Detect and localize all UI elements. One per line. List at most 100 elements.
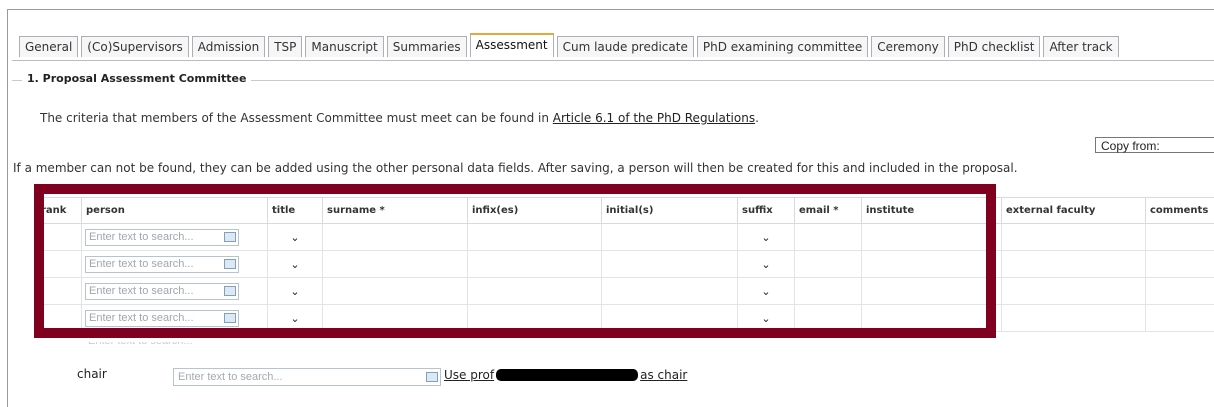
table-cell (37, 251, 82, 278)
tab-co-supervisors[interactable]: (Co)Supervisors (81, 36, 188, 57)
chair-placeholder: Enter text to search... (174, 371, 426, 383)
column-header: external faculty (1002, 198, 1146, 224)
search-placeholder: Enter text to search... (86, 285, 224, 297)
table-cell[interactable]: ⌄ (268, 278, 323, 305)
column-header: title (268, 198, 323, 224)
table-cell[interactable]: ⌄ (738, 224, 795, 251)
column-header: email * (795, 198, 862, 224)
search-placeholder: Enter text to search... (86, 312, 224, 324)
table-cell[interactable] (1002, 224, 1146, 251)
chevron-down-icon[interactable]: ⌄ (761, 312, 770, 325)
table-cell[interactable] (602, 278, 738, 305)
chevron-down-icon[interactable]: ⌄ (761, 285, 770, 298)
table-cell[interactable] (468, 305, 602, 332)
table-cell[interactable]: ⌄ (268, 251, 323, 278)
as-chair-text: as chair (640, 368, 687, 382)
tab-underline (12, 60, 1214, 61)
section-legend: 1. Proposal Assessment Committee (22, 72, 251, 85)
use-prof-as-chair-link[interactable]: Use prof as chair (444, 368, 687, 382)
address-book-icon[interactable] (224, 259, 236, 269)
column-header: rank (37, 198, 82, 224)
table-cell[interactable] (795, 251, 862, 278)
table-cell[interactable] (468, 224, 602, 251)
chevron-down-icon[interactable]: ⌄ (290, 312, 299, 325)
table-cell[interactable] (862, 224, 1002, 251)
column-header: initial(s) (602, 198, 738, 224)
table-cell[interactable]: ⌄ (738, 251, 795, 278)
search-placeholder: Enter text to search... (86, 258, 224, 270)
table-row: Enter text to search... ⌄ ⌄ (37, 278, 1214, 305)
criteria-suffix: . (755, 111, 759, 125)
tab-tsp[interactable]: TSP (268, 36, 302, 57)
redaction-mark (496, 369, 638, 381)
table-cell[interactable] (468, 251, 602, 278)
chevron-down-icon[interactable]: ⌄ (761, 258, 770, 271)
chevron-down-icon[interactable]: ⌄ (290, 258, 299, 271)
table-cell[interactable] (1146, 224, 1214, 251)
chevron-down-icon[interactable]: ⌄ (761, 231, 770, 244)
table-cell[interactable] (862, 278, 1002, 305)
chevron-down-icon[interactable]: ⌄ (290, 231, 299, 244)
table-cell[interactable] (1002, 278, 1146, 305)
table-cell (37, 224, 82, 251)
address-book-icon[interactable] (224, 313, 236, 323)
table-cell[interactable] (795, 278, 862, 305)
table-cell[interactable]: Enter text to search... (82, 251, 268, 278)
table-cell[interactable]: ⌄ (268, 224, 323, 251)
column-header: person (82, 198, 268, 224)
address-book-icon[interactable] (224, 232, 236, 242)
person-search-input[interactable]: Enter text to search... (85, 283, 239, 300)
table-cell[interactable] (862, 305, 1002, 332)
table-cell[interactable] (323, 224, 468, 251)
member-note: If a member can not be found, they can b… (13, 161, 1018, 175)
chevron-down-icon[interactable]: ⌄ (290, 285, 299, 298)
table-cell[interactable]: Enter text to search... (82, 224, 268, 251)
copy-from-select[interactable]: Copy from: (1095, 137, 1214, 153)
table-cell[interactable] (1146, 305, 1214, 332)
table-cell[interactable]: ⌄ (268, 305, 323, 332)
person-search-input[interactable]: Enter text to search... (85, 256, 239, 273)
table-cell[interactable] (1002, 305, 1146, 332)
table-row: Enter text to search... ⌄ ⌄ (37, 224, 1214, 251)
table-cell[interactable]: ⌄ (738, 305, 795, 332)
tab-after-track[interactable]: After track (1043, 36, 1118, 57)
address-book-icon[interactable] (426, 372, 438, 382)
person-search-input[interactable]: Enter text to search... (85, 229, 239, 246)
tab-summaries[interactable]: Summaries (387, 36, 467, 57)
table-row: Enter text to search... ⌄ ⌄ (37, 251, 1214, 278)
chair-search-input[interactable]: Enter text to search... (173, 368, 441, 386)
table-cell[interactable] (602, 305, 738, 332)
table-cell[interactable] (468, 278, 602, 305)
table-cell[interactable] (602, 224, 738, 251)
tab-manuscript[interactable]: Manuscript (305, 36, 383, 57)
table-cell[interactable] (862, 251, 1002, 278)
table-cell[interactable]: Enter text to search... (82, 278, 268, 305)
tab-admission[interactable]: Admission (192, 36, 265, 57)
table-cell[interactable] (323, 251, 468, 278)
tab-assessment[interactable]: Assessment (470, 33, 554, 57)
tab-general[interactable]: General (19, 36, 78, 57)
column-header: institute (862, 198, 1002, 224)
table-cell[interactable] (1002, 251, 1146, 278)
tab-phd-checklist[interactable]: PhD checklist (948, 36, 1041, 57)
table-cell[interactable] (795, 224, 862, 251)
address-book-icon[interactable] (224, 286, 236, 296)
tab-ceremony[interactable]: Ceremony (871, 36, 945, 57)
table-cell[interactable]: Enter text to search... (82, 305, 268, 332)
use-prof-text: Use prof (444, 368, 494, 382)
person-search-input[interactable]: Enter text to search... (85, 310, 239, 327)
table-cell[interactable] (602, 251, 738, 278)
table-cell[interactable] (1146, 278, 1214, 305)
tab-phd-examining-committee[interactable]: PhD examining committee (697, 36, 868, 57)
regulations-link[interactable]: Article 6.1 of the PhD Regulations (553, 111, 755, 125)
table-cell[interactable] (1146, 251, 1214, 278)
committee-table: rankpersontitlesurname *infix(es)initial… (36, 197, 1214, 332)
tab-cum-laude-predicate[interactable]: Cum laude predicate (557, 36, 694, 57)
table-cell[interactable] (795, 305, 862, 332)
tab-bar: General(Co)SupervisorsAdmissionTSPManusc… (19, 36, 1119, 60)
table-cell[interactable] (323, 278, 468, 305)
table-row: Enter text to search... ⌄ ⌄ (37, 305, 1214, 332)
table-cell[interactable]: ⌄ (738, 278, 795, 305)
column-header: comments (1146, 198, 1214, 224)
table-cell[interactable] (323, 305, 468, 332)
